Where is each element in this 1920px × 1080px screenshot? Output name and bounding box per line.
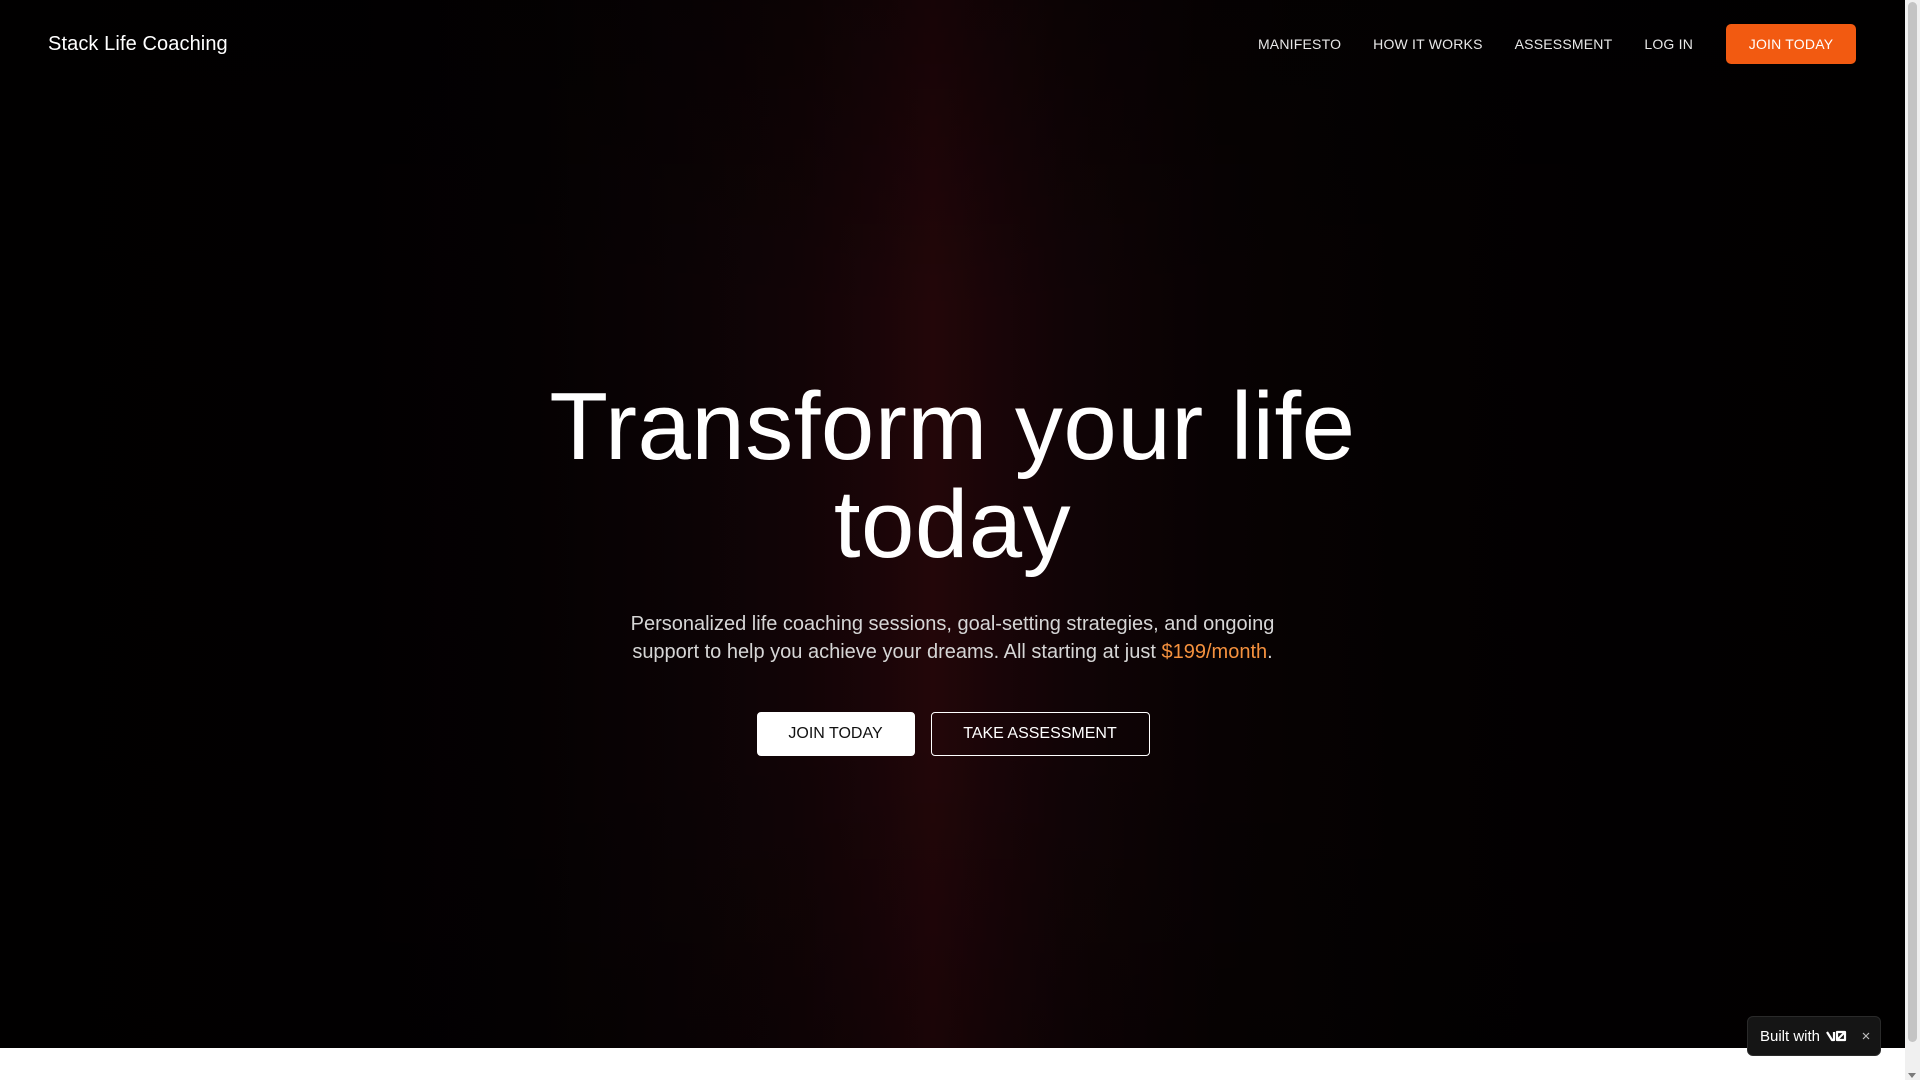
hero-subtext: Personalized life coaching sessions, goa…: [613, 610, 1293, 666]
scroll-down-arrow-icon[interactable]: [1908, 1073, 1916, 1078]
take-assessment-button[interactable]: TAKE ASSESSMENT: [930, 712, 1150, 756]
nav-link-assessment[interactable]: ASSESSMENT: [1515, 24, 1613, 64]
v0-logo-icon: [1826, 1029, 1848, 1043]
hero-subtext-end: .: [1267, 641, 1273, 663]
hero-headline: Transform your life today: [549, 373, 1356, 578]
hero-join-today-button[interactable]: JOIN TODAY: [756, 712, 915, 756]
nav-link-manifesto[interactable]: MANIFESTO: [1258, 24, 1341, 64]
brand-logo-link[interactable]: Stack Life Coaching: [48, 31, 228, 57]
badge-label: Built with: [1760, 1027, 1821, 1045]
hero-cta-row: JOIN TODAY TAKE ASSESSMENT: [0, 712, 1905, 756]
nav-links: MANIFESTO HOW IT WORKS ASSESSMENT LOG IN…: [1258, 24, 1856, 64]
nav-link-log-in[interactable]: LOG IN: [1644, 24, 1693, 64]
top-navigation: Stack Life Coaching MANIFESTO HOW IT WOR…: [0, 0, 1905, 88]
close-icon[interactable]: [1858, 1028, 1874, 1044]
hero-section: Stack Life Coaching MANIFESTO HOW IT WOR…: [0, 0, 1905, 1048]
nav-link-how-it-works[interactable]: HOW IT WORKS: [1373, 24, 1482, 64]
hero-content: Transform your life today Personalized l…: [0, 378, 1905, 756]
page: Stack Life Coaching MANIFESTO HOW IT WOR…: [0, 0, 1905, 1080]
built-with-badge[interactable]: Built with: [1747, 1016, 1881, 1056]
vertical-scrollbar[interactable]: [1905, 0, 1920, 1080]
nav-join-today-button[interactable]: JOIN TODAY: [1726, 24, 1856, 64]
price-highlight: $199/month: [1161, 641, 1268, 663]
scrollbar-thumb[interactable]: [1908, 2, 1917, 1042]
